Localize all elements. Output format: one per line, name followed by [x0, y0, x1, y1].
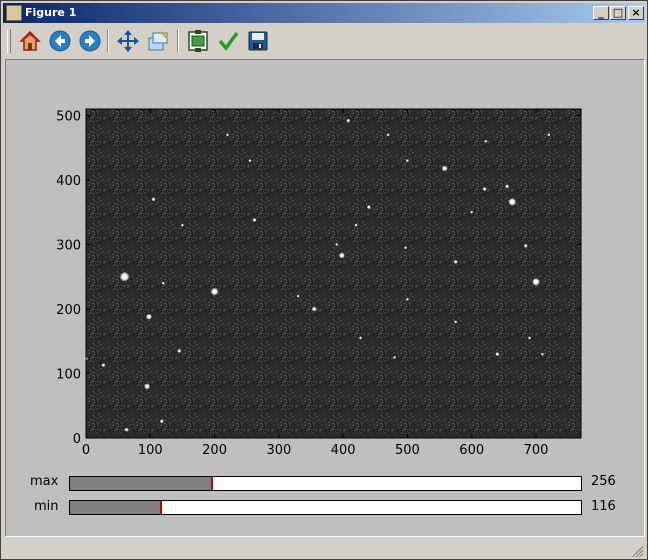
y-tick-label: 100	[56, 367, 81, 382]
star-point	[495, 352, 500, 357]
home-button[interactable]	[17, 28, 43, 54]
star-point	[405, 297, 409, 301]
star-point	[366, 205, 371, 210]
star-point	[119, 271, 130, 282]
y-tick-label: 200	[56, 303, 81, 318]
forward-arrow-icon	[79, 30, 101, 52]
star-point	[540, 352, 544, 356]
star-point	[453, 259, 458, 264]
figure-canvas[interactable]: 0 100 200 300 400 500 600 700 0 100 200 300 400 500 m…	[5, 59, 645, 537]
zoom-rect-icon	[148, 31, 168, 51]
toolbar-grip[interactable]	[7, 29, 11, 53]
home-icon	[19, 30, 41, 51]
star-point	[505, 184, 510, 189]
min-slider[interactable]	[69, 500, 582, 515]
star-point	[454, 320, 458, 324]
star-point	[523, 243, 528, 248]
x-tick-label: 700	[524, 443, 549, 458]
star-point	[151, 197, 156, 202]
pan-button[interactable]	[115, 28, 141, 54]
min-slider-value: 116	[591, 499, 616, 514]
window-title: Figure 1	[25, 6, 77, 19]
app-icon	[6, 5, 22, 21]
navigation-toolbar	[3, 25, 645, 57]
star-point	[146, 313, 152, 320]
x-tick-label: 600	[459, 443, 484, 458]
toolbar-separator	[177, 30, 179, 52]
checkmark-icon	[218, 31, 239, 51]
star-point	[405, 159, 409, 163]
star-point	[393, 355, 397, 359]
subplots-config-icon	[188, 30, 208, 52]
star-point	[482, 186, 487, 191]
star-point	[404, 246, 407, 250]
max-slider-label: max	[30, 474, 59, 489]
star-point	[338, 252, 345, 259]
x-tick-label: 500	[395, 443, 420, 458]
star-point	[335, 242, 339, 246]
max-slider-fill[interactable]	[70, 477, 214, 490]
star-point	[346, 118, 351, 123]
star-point	[547, 133, 551, 137]
star-point	[470, 210, 474, 214]
star-point	[180, 223, 184, 227]
y-tick-label: 0	[73, 432, 81, 447]
edit-parameters-button[interactable]	[215, 28, 241, 54]
image-plot[interactable]: 0 100 200 300 400 500 600 700 0 100 200 300 400 500	[6, 60, 644, 536]
star-point	[528, 336, 532, 340]
save-button[interactable]	[245, 28, 271, 54]
star-point	[144, 383, 151, 390]
star-point	[311, 306, 317, 312]
x-tick-label: 0	[82, 443, 90, 458]
figure-window: Figure 1 _ □ × 0 100 200 300 400 500 600…	[0, 0, 648, 560]
min-slider-label: min	[34, 499, 59, 514]
star-point	[101, 363, 106, 368]
x-tick-label: 100	[138, 443, 163, 458]
min-slider-fill[interactable]	[70, 501, 162, 514]
star-point	[484, 139, 488, 143]
star-point	[508, 197, 517, 206]
y-tick-label: 400	[56, 174, 81, 189]
x-tick-label: 200	[202, 443, 227, 458]
star-point	[225, 133, 229, 137]
back-button[interactable]	[47, 28, 73, 54]
star-point	[252, 217, 257, 222]
back-arrow-icon	[49, 30, 71, 52]
star-point	[210, 287, 219, 296]
star-point	[441, 165, 448, 172]
maximize-button[interactable]: □	[610, 6, 626, 20]
y-tick-label: 500	[56, 109, 81, 124]
star-point	[296, 294, 300, 298]
forward-button[interactable]	[77, 28, 103, 54]
zoom-button[interactable]	[145, 28, 171, 54]
star-point	[359, 336, 362, 340]
star-point	[532, 277, 540, 286]
image-background[interactable]	[86, 109, 581, 438]
close-button[interactable]: ×	[628, 6, 644, 20]
star-point	[248, 159, 252, 163]
x-tick-label: 300	[266, 443, 291, 458]
minimize-button[interactable]: _	[593, 6, 609, 20]
toolbar-separator	[107, 30, 109, 52]
star-point	[386, 133, 390, 137]
max-slider[interactable]	[69, 476, 582, 491]
star-point	[124, 427, 129, 432]
star-point	[354, 223, 358, 227]
max-slider-value: 256	[591, 474, 616, 489]
resize-grip[interactable]	[629, 543, 643, 557]
status-bar	[3, 539, 645, 559]
star-point	[161, 281, 165, 285]
x-tick-label: 400	[331, 443, 356, 458]
move-arrows-icon	[117, 30, 139, 52]
title-bar[interactable]: Figure 1 _ □ ×	[3, 3, 645, 23]
floppy-disk-icon	[248, 31, 268, 51]
star-point	[159, 419, 164, 424]
star-point	[177, 348, 182, 353]
y-tick-label: 300	[56, 238, 81, 253]
subplots-button[interactable]	[185, 28, 211, 54]
